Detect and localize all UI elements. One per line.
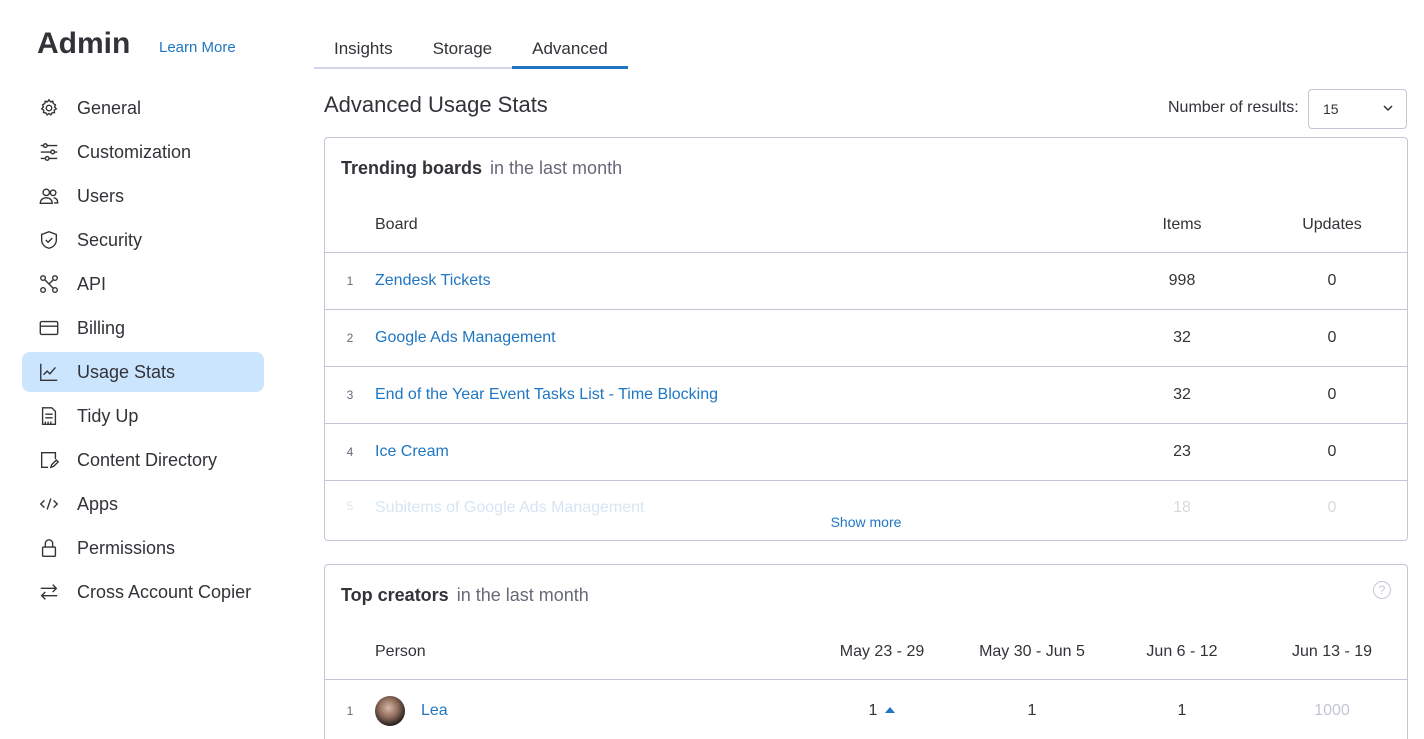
trending-boards-card: Trending boards in the last month Board … bbox=[324, 137, 1408, 541]
column-header-board: Board bbox=[375, 216, 418, 233]
tab-storage[interactable]: Storage bbox=[413, 30, 513, 67]
card-header: Top creators in the last month bbox=[325, 565, 1407, 625]
arrows-swap-icon bbox=[37, 580, 61, 604]
sidebar: Admin Learn More General Customization U… bbox=[0, 0, 290, 739]
updates-count: 0 bbox=[1327, 386, 1337, 403]
board-link[interactable]: Google Ads Management bbox=[375, 329, 1107, 347]
sidebar-item-content-directory[interactable]: Content Directory bbox=[22, 440, 264, 480]
document-edit-icon bbox=[37, 448, 61, 472]
sidebar-item-label: Permissions bbox=[77, 537, 176, 558]
row-index: 4 bbox=[346, 445, 354, 459]
row-index: 1 bbox=[346, 703, 354, 718]
sidebar-nav: General Customization Users Security API bbox=[22, 88, 264, 616]
sidebar-item-apps[interactable]: Apps bbox=[22, 484, 264, 524]
sidebar-item-label: Cross Account Copier bbox=[77, 581, 252, 602]
admin-title: Admin bbox=[37, 27, 131, 60]
top-creators-card: Top creators in the last month ? Person … bbox=[324, 564, 1408, 739]
users-icon bbox=[37, 184, 61, 208]
code-icon bbox=[37, 492, 61, 516]
tab-insights[interactable]: Insights bbox=[314, 30, 413, 67]
sidebar-item-label: Billing bbox=[77, 317, 126, 338]
items-count: 998 bbox=[1168, 272, 1196, 289]
chart-line-icon bbox=[37, 360, 61, 384]
updates-count: 0 bbox=[1327, 443, 1337, 460]
sidebar-item-tidy-up[interactable]: Tidy Up bbox=[22, 396, 264, 436]
sliders-icon bbox=[37, 140, 61, 164]
column-header-week-3: Jun 6 - 12 bbox=[1146, 643, 1218, 660]
sidebar-item-billing[interactable]: Billing bbox=[22, 308, 264, 348]
column-header-week-1: May 23 - 29 bbox=[839, 643, 925, 660]
column-header-week-4: Jun 13 - 19 bbox=[1291, 643, 1373, 660]
sidebar-item-label: Security bbox=[77, 229, 143, 250]
sidebar-item-label: Tidy Up bbox=[77, 405, 139, 426]
results-count-dropdown[interactable]: 15 bbox=[1308, 89, 1407, 129]
card-subtitle: in the last month bbox=[456, 584, 589, 605]
sidebar-item-permissions[interactable]: Permissions bbox=[22, 528, 264, 568]
chevron-down-icon bbox=[1382, 101, 1394, 117]
broom-icon bbox=[37, 404, 61, 428]
page-title: Advanced Usage Stats bbox=[324, 92, 548, 117]
sidebar-item-usage-stats[interactable]: Usage Stats bbox=[22, 352, 264, 392]
api-icon bbox=[37, 272, 61, 296]
learn-more-link[interactable]: Learn More bbox=[159, 39, 236, 56]
updates-count: 0 bbox=[1327, 329, 1337, 346]
sidebar-item-label: General bbox=[77, 97, 142, 118]
lock-icon bbox=[37, 536, 61, 560]
sidebar-item-label: API bbox=[77, 273, 107, 294]
items-count: 23 bbox=[1173, 443, 1191, 460]
table-row: 1 Zendesk Tickets 998 0 bbox=[325, 253, 1407, 310]
card-header: Trending boards in the last month bbox=[325, 138, 1407, 198]
table-header: Board Items Updates bbox=[325, 198, 1407, 253]
updates-count: 0 bbox=[1327, 272, 1337, 289]
column-header-items: Items bbox=[1162, 216, 1202, 233]
row-index: 5 bbox=[346, 499, 354, 513]
trend-up-icon bbox=[885, 707, 896, 714]
week-3-count: 1 bbox=[1177, 701, 1187, 719]
column-header-week-2: May 30 - Jun 5 bbox=[979, 643, 1085, 660]
board-link[interactable]: Zendesk Tickets bbox=[375, 272, 1107, 290]
help-icon[interactable]: ? bbox=[1373, 581, 1391, 599]
board-link[interactable]: Ice Cream bbox=[375, 443, 1107, 461]
sidebar-item-api[interactable]: API bbox=[22, 264, 264, 304]
credit-card-icon bbox=[37, 316, 61, 340]
week-4-count: 1000 bbox=[1314, 701, 1350, 719]
table-row: 4 Ice Cream 23 0 bbox=[325, 424, 1407, 481]
table-row: 2 Google Ads Management 32 0 bbox=[325, 310, 1407, 367]
tab-bar: Insights Storage Advanced bbox=[314, 30, 628, 69]
card-subtitle: in the last month bbox=[490, 157, 623, 178]
shield-icon bbox=[37, 228, 61, 252]
sidebar-item-label: Users bbox=[77, 185, 125, 206]
tab-advanced[interactable]: Advanced bbox=[512, 30, 628, 69]
card-title: Trending boards bbox=[341, 157, 483, 178]
table-row: 1 Lea 1 1 1 1000 bbox=[325, 680, 1407, 739]
row-index: 3 bbox=[346, 388, 354, 402]
week-2-count: 1 bbox=[1027, 701, 1037, 719]
row-index: 2 bbox=[346, 331, 354, 345]
card-title: Top creators bbox=[341, 584, 449, 605]
table-header: Person May 23 - 29 May 30 - Jun 5 Jun 6 … bbox=[325, 625, 1407, 680]
sidebar-item-security[interactable]: Security bbox=[22, 220, 264, 260]
results-count-value: 15 bbox=[1323, 101, 1339, 117]
sidebar-item-label: Content Directory bbox=[77, 449, 218, 470]
results-label: Number of results: bbox=[1168, 99, 1299, 116]
column-header-person: Person bbox=[375, 643, 426, 660]
gear-icon bbox=[37, 96, 61, 120]
column-header-updates: Updates bbox=[1302, 216, 1362, 233]
row-index: 1 bbox=[346, 274, 354, 288]
table-row: 3 End of the Year Event Tasks List - Tim… bbox=[325, 367, 1407, 424]
sidebar-item-users[interactable]: Users bbox=[22, 176, 264, 216]
show-more-link[interactable]: Show more bbox=[325, 514, 1407, 530]
person-link[interactable]: Lea bbox=[421, 702, 448, 720]
sidebar-item-general[interactable]: General bbox=[22, 88, 264, 128]
sidebar-item-customization[interactable]: Customization bbox=[22, 132, 264, 172]
items-count: 32 bbox=[1173, 329, 1191, 346]
sidebar-item-label: Usage Stats bbox=[77, 361, 176, 382]
sidebar-item-label: Customization bbox=[77, 141, 192, 162]
items-count: 32 bbox=[1173, 386, 1191, 403]
sidebar-item-label: Apps bbox=[77, 493, 119, 514]
week-1-count: 1 bbox=[868, 701, 878, 719]
avatar bbox=[375, 695, 405, 726]
board-link[interactable]: End of the Year Event Tasks List - Time … bbox=[375, 386, 1107, 404]
sidebar-item-cross-account-copier[interactable]: Cross Account Copier bbox=[22, 572, 264, 612]
